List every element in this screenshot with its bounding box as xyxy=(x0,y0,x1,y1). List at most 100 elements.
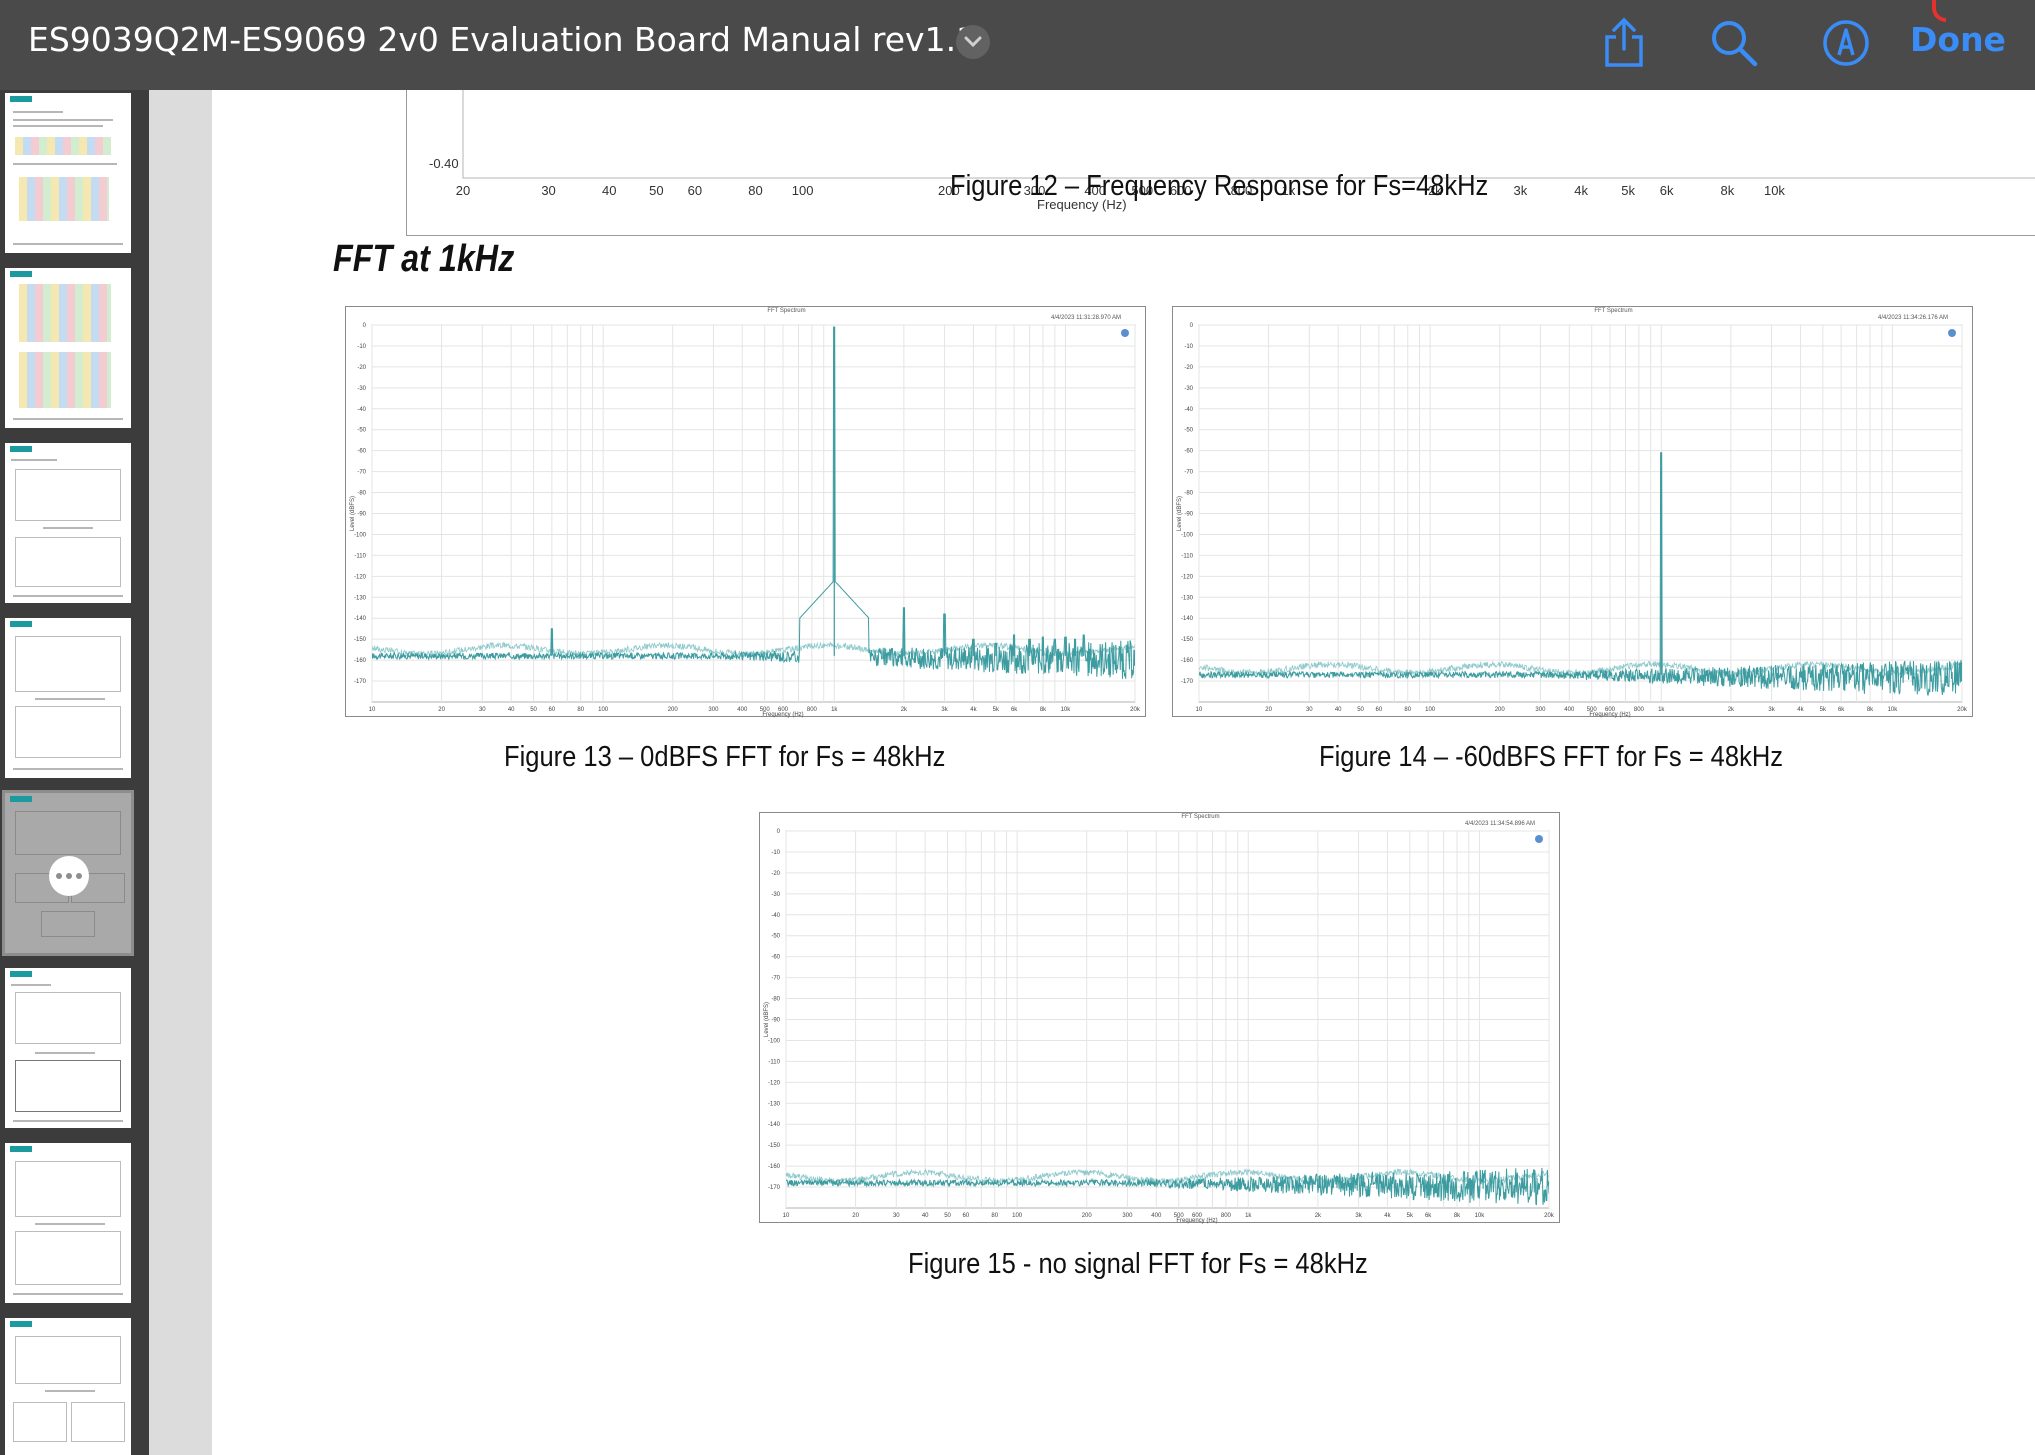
x-tick-label: 100 xyxy=(598,707,609,713)
y-axis-label: Level (dBFS) xyxy=(350,496,356,531)
x-tick-label: 80 xyxy=(1404,707,1411,713)
y-tick-label: -150 xyxy=(768,1143,781,1149)
page-thumbnail[interactable] xyxy=(5,268,131,428)
y-tick-label: -160 xyxy=(354,658,367,664)
x-tick-label: 40 xyxy=(508,707,515,713)
more-options-icon[interactable] xyxy=(49,856,89,896)
x-tick-label: 100 xyxy=(1012,1213,1023,1219)
y-tick-label: -30 xyxy=(1184,386,1193,392)
page-thumbnail[interactable] xyxy=(5,1143,131,1303)
ap-logo-icon xyxy=(1948,329,1956,337)
section-heading: FFT at 1kHz xyxy=(333,238,515,280)
done-button[interactable]: Done xyxy=(1910,20,2006,59)
share-icon[interactable] xyxy=(1595,14,1653,72)
toolbar: ES9039Q2M-ES9069 2v0 Evaluation Board Ma… xyxy=(0,0,2035,90)
document-title[interactable]: ES9039Q2M-ES9069 2v0 Evaluation Board Ma… xyxy=(28,20,977,59)
y-tick-label: -20 xyxy=(1184,365,1193,371)
y-tick-label: -150 xyxy=(354,637,367,643)
x-tick-label: 3k xyxy=(941,707,948,713)
document-page[interactable]: -0.40 20 30 40 50 60 80 100 200 300 400 500 600 800 1… xyxy=(212,90,2035,1455)
x-tick-label: 10 xyxy=(369,707,376,713)
markup-pen-icon[interactable] xyxy=(1817,14,1875,72)
y-tick-label: -70 xyxy=(771,976,780,982)
page-thumbnail[interactable] xyxy=(5,968,131,1128)
y-tick-label: -140 xyxy=(354,616,367,622)
y-tick-label: -60 xyxy=(1184,449,1193,455)
x-tick-label: 8k xyxy=(1867,707,1874,713)
y-tick-label: -160 xyxy=(1181,658,1194,664)
x-tick-label: 50 xyxy=(1357,707,1364,713)
x-tick-label: 5k xyxy=(1820,707,1827,713)
y-tick-label: -110 xyxy=(354,553,366,559)
x-tick-label: 60 xyxy=(687,183,703,198)
fft-chart-0dbfs: FFT Spectrum 4/4/2023 11:31:28.970 AM 0 -10… xyxy=(345,306,1146,718)
x-tick-label: 3k xyxy=(1513,183,1528,198)
chart-timestamp: 4/4/2023 11:34:54.896 AM xyxy=(1465,821,1535,827)
x-tick-label: 800 xyxy=(807,707,818,713)
x-tick-label: 30 xyxy=(893,1213,900,1219)
frequency-response-plot xyxy=(462,90,2035,179)
y-tick-label: -80 xyxy=(357,491,366,497)
x-tick-label: 4k xyxy=(970,707,977,713)
x-tick-label: 100 xyxy=(791,183,814,198)
x-tick-label: 80 xyxy=(991,1213,998,1219)
chevron-down-icon[interactable] xyxy=(956,25,990,59)
x-tick-label: 30 xyxy=(479,707,486,713)
x-tick-label: 1k xyxy=(1658,707,1665,713)
page-thumbnail-sidebar[interactable] xyxy=(0,90,149,1455)
x-tick-label: 5k xyxy=(993,707,1000,713)
x-tick-label: 5k xyxy=(1621,183,1636,198)
x-tick-label: 50 xyxy=(944,1213,951,1219)
x-tick-label: 800 xyxy=(1221,1213,1232,1219)
fft-plot-60dbfs: FFT Spectrum 4/4/2023 11:34:26.176 AM 0 -10… xyxy=(1177,308,1968,718)
frequency-response-chart: -0.40 20 30 40 50 60 80 100 200 300 400 500 600 800 1… xyxy=(406,90,2035,236)
y-tick-label: -40 xyxy=(357,407,366,413)
y-tick-label: -120 xyxy=(768,1080,781,1086)
y-tick-label: -60 xyxy=(357,449,366,455)
y-tick-label: 0 xyxy=(777,829,781,835)
y-tick-label: -150 xyxy=(1181,637,1194,643)
x-tick-label: 3k xyxy=(1355,1213,1362,1219)
page-thumbnail[interactable] xyxy=(5,93,131,253)
x-axis-label: Frequency (Hz) xyxy=(1176,1218,1217,1224)
y-tick-label: -130 xyxy=(1181,595,1194,601)
markup-indicator xyxy=(1932,0,1946,22)
page-thumbnail[interactable] xyxy=(5,1318,131,1455)
x-tick-label: 300 xyxy=(1122,1213,1133,1219)
logo-icon xyxy=(10,96,32,102)
x-tick-label: 400 xyxy=(1564,707,1575,713)
page-thumbnail[interactable] xyxy=(5,618,131,778)
y-tick-label: -110 xyxy=(1181,553,1193,559)
x-tick-label: 8k xyxy=(1040,707,1047,713)
x-tick-label: 5k xyxy=(1407,1213,1414,1219)
x-tick-label: 40 xyxy=(1335,707,1342,713)
x-tick-label: 80 xyxy=(748,183,763,198)
logo-icon xyxy=(10,621,32,627)
x-tick-label: 1k xyxy=(1245,1213,1252,1219)
x-tick-label: 40 xyxy=(602,183,617,198)
fft-plot-no-signal: FFT Spectrum 4/4/2023 11:34:54.896 AM 0 -10… xyxy=(764,814,1555,1224)
y-tick-label: -140 xyxy=(1181,616,1194,622)
y-tick-label: -10 xyxy=(357,344,366,350)
x-axis-label: Frequency (Hz) xyxy=(762,712,803,718)
x-tick-label: 20k xyxy=(1544,1213,1555,1219)
y-tick-label: -20 xyxy=(771,871,780,877)
x-tick-label: 300 xyxy=(1535,707,1546,713)
fft-chart-no-signal: FFT Spectrum 4/4/2023 11:34:54.896 AM 0 -10… xyxy=(759,812,1560,1224)
chart-timestamp: 4/4/2023 11:31:28.970 AM xyxy=(1051,315,1121,321)
y-tick-label: -80 xyxy=(771,997,780,1003)
logo-icon xyxy=(10,1146,32,1152)
page-thumbnail-selected[interactable] xyxy=(2,790,134,956)
x-tick-label: 100 xyxy=(1425,707,1436,713)
y-tick-label: -10 xyxy=(1184,344,1193,350)
x-tick-label: 1k xyxy=(831,707,838,713)
figure-15-caption: Figure 15 - no signal FFT for Fs = 48kHz xyxy=(908,1248,1368,1280)
y-tick-label: -100 xyxy=(354,532,367,538)
y-tick-label: -90 xyxy=(1184,512,1193,518)
page-thumbnail[interactable] xyxy=(5,443,131,603)
search-icon[interactable] xyxy=(1705,14,1763,72)
x-tick-label: 20 xyxy=(1265,707,1272,713)
chart-title: FFT Spectrum xyxy=(1181,814,1219,820)
x-tick-label: 2k xyxy=(901,707,908,713)
y-axis-label: Level (dBFS) xyxy=(764,1002,770,1037)
